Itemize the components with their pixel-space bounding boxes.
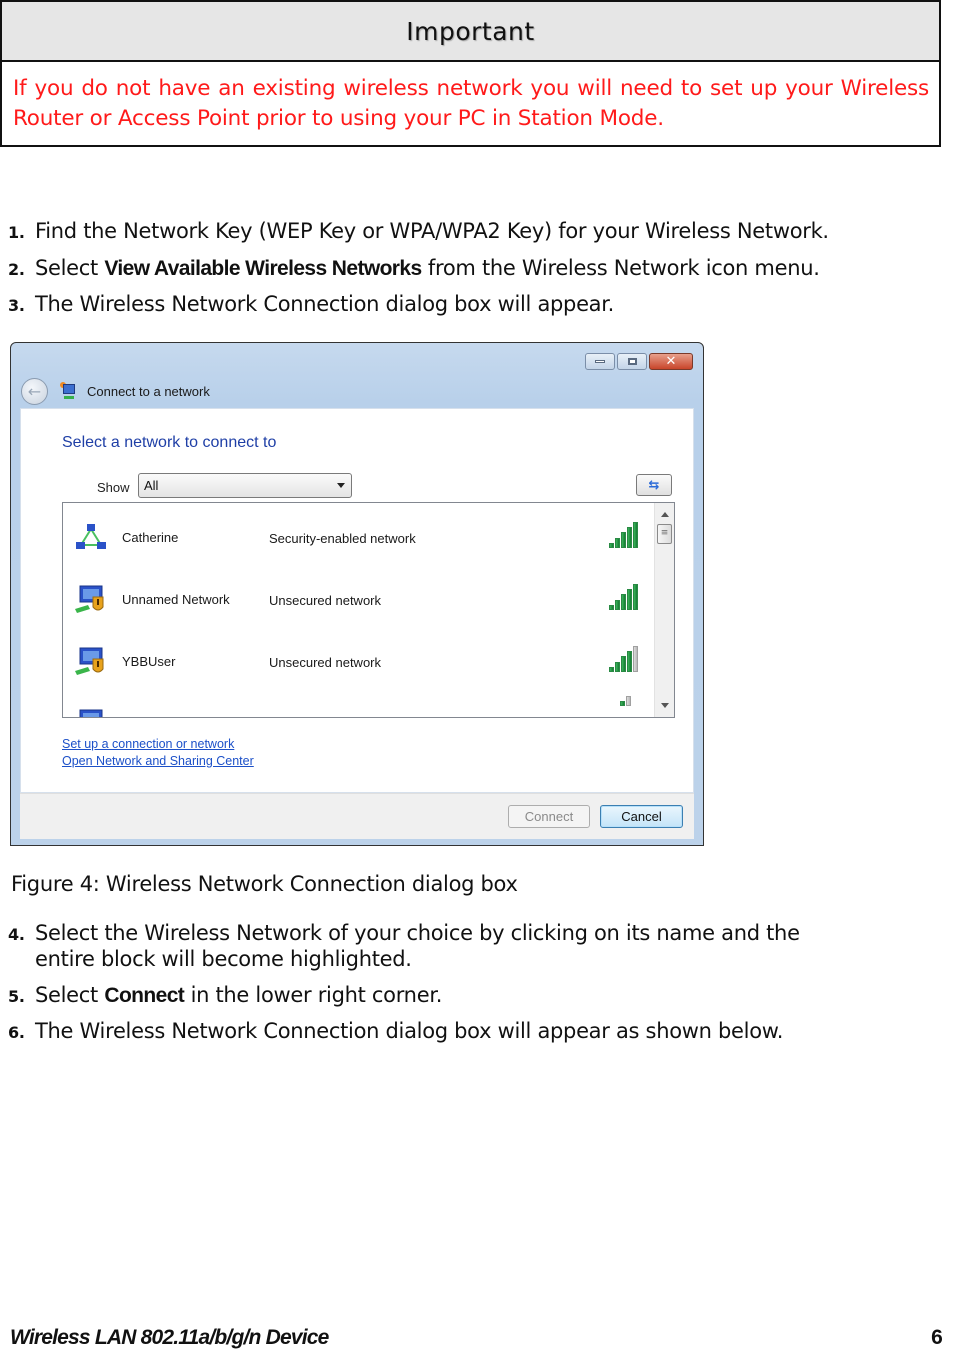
dialog-heading: Select a network to connect to xyxy=(62,434,277,451)
step-text: The Wireless Network Connection dialog b… xyxy=(35,1019,784,1043)
scroll-down-icon[interactable] xyxy=(661,703,669,708)
step-text-continued: entire block will become highlighted. xyxy=(35,947,412,971)
network-item[interactable]: Catherine Security-enabled network xyxy=(63,503,653,563)
step-4: 4. Select the Wireless Network of your ch… xyxy=(8,921,800,972)
step-number: 3. xyxy=(8,296,25,315)
signal-bar xyxy=(609,605,614,610)
important-body: If you do not have an existing wireless … xyxy=(13,76,929,131)
signal-bar xyxy=(615,538,620,548)
network-unsecured-icon xyxy=(75,585,104,613)
step-text: Select xyxy=(35,256,105,280)
important-title: Important xyxy=(2,2,939,62)
signal-bar xyxy=(615,662,620,672)
signal-bar xyxy=(621,656,626,672)
network-name: Catherine xyxy=(122,530,179,545)
important-notice: Important If you do not have an existing… xyxy=(0,0,941,147)
signal-strength-icon xyxy=(609,584,643,610)
refresh-icon: ⇆ xyxy=(648,477,660,493)
step-number: 4. xyxy=(8,925,25,944)
close-button[interactable]: ✕ xyxy=(649,353,693,370)
step-3: 3. The Wireless Network Connection dialog… xyxy=(8,292,614,318)
signal-bar xyxy=(609,543,614,548)
signal-strength-icon xyxy=(609,646,643,672)
dialog-content: Select a network to connect to Show All … xyxy=(20,408,694,793)
step-1: 1. Find the Network Key (WEP Key or WPA/W… xyxy=(8,219,829,245)
step-text: Find the Network Key (WEP Key or WPA/WPA… xyxy=(35,219,829,243)
dialog-titlebar: ← Connect to a network xyxy=(21,376,210,406)
network-unsecured-icon xyxy=(79,709,103,717)
signal-bar xyxy=(633,522,638,548)
signal-bar xyxy=(620,701,625,706)
network-unsecured-icon xyxy=(75,647,104,675)
chevron-down-icon xyxy=(337,483,345,488)
step-text: from the Wireless Network icon menu. xyxy=(421,256,820,280)
network-sharing-center-link[interactable]: Open Network and Sharing Center xyxy=(62,754,254,768)
step-text: Select the Wireless Network of your choi… xyxy=(35,921,800,945)
network-name: Unnamed Network xyxy=(122,592,230,607)
signal-bar xyxy=(621,532,626,548)
scroll-thumb[interactable]: ≡ xyxy=(657,524,672,544)
network-security: Security-enabled network xyxy=(269,531,416,546)
signal-bar xyxy=(627,651,632,672)
back-arrow-icon: ← xyxy=(27,381,42,401)
step-number: 5. xyxy=(8,987,25,1006)
network-security: Unsecured network xyxy=(269,655,381,670)
step-text: The Wireless Network Connection dialog b… xyxy=(35,292,615,316)
step-text: Select xyxy=(35,983,105,1007)
dialog-title: Connect to a network xyxy=(87,383,210,399)
network-name: YBBUser xyxy=(122,654,176,669)
scroll-up-icon[interactable] xyxy=(661,512,669,517)
network-item[interactable] xyxy=(63,689,653,717)
step-5: 5. Select Connect in the lower right corn… xyxy=(8,983,442,1009)
signal-bar xyxy=(633,584,638,610)
step-2: 2. Select View Available Wireless Network… xyxy=(8,256,820,282)
step-number: 6. xyxy=(8,1023,25,1042)
close-icon: ✕ xyxy=(665,354,677,369)
window-controls: ✕ xyxy=(585,353,693,370)
setup-connection-link[interactable]: Set up a connection or network xyxy=(62,737,234,751)
maximize-button[interactable] xyxy=(617,353,647,370)
signal-bar xyxy=(626,696,631,706)
show-filter-value: All xyxy=(144,478,159,493)
signal-strength-icon xyxy=(620,696,634,706)
signal-strength-icon xyxy=(609,522,643,548)
dialog-button-bar: Connect Cancel xyxy=(20,793,694,839)
minimize-icon xyxy=(595,360,605,363)
page-number: 6 xyxy=(931,1326,943,1349)
signal-bar xyxy=(633,646,638,672)
network-item[interactable]: Unnamed Network Unsecured network xyxy=(63,565,653,625)
step-number: 2. xyxy=(8,260,25,279)
signal-bar xyxy=(609,667,614,672)
document-title: Wireless LAN 802.11a/b/g/n Device xyxy=(10,1326,329,1349)
step-emphasis: Connect xyxy=(104,984,185,1007)
connect-network-icon xyxy=(60,382,78,400)
step-text: in the lower right corner. xyxy=(184,983,443,1007)
maximize-icon xyxy=(627,358,637,365)
figure-caption: Figure 4: Wireless Network Connection di… xyxy=(11,872,518,896)
step-emphasis: View Available Wireless Networks xyxy=(104,257,422,280)
signal-bar xyxy=(627,527,632,548)
back-button[interactable]: ← xyxy=(21,377,48,405)
network-list-scrollbar[interactable]: ≡ xyxy=(654,503,674,717)
page-footer: Wireless LAN 802.11a/b/g/n Device 6 xyxy=(10,1326,943,1350)
show-label: Show xyxy=(97,480,130,495)
connect-network-dialog: ✕ ← Connect to a network Select a networ… xyxy=(10,342,704,846)
minimize-button[interactable] xyxy=(585,353,615,370)
refresh-button[interactable]: ⇆ xyxy=(636,474,672,496)
network-list: Catherine Security-enabled network Unnam… xyxy=(62,502,675,718)
signal-bar xyxy=(615,600,620,610)
connect-button[interactable]: Connect xyxy=(508,805,590,828)
signal-bar xyxy=(627,589,632,610)
step-number: 1. xyxy=(8,223,25,242)
network-secured-icon xyxy=(76,524,106,549)
network-item[interactable]: YBBUser Unsecured network xyxy=(63,627,653,687)
show-filter-dropdown[interactable]: All xyxy=(138,473,352,498)
cancel-button[interactable]: Cancel xyxy=(600,805,683,828)
signal-bar xyxy=(621,594,626,610)
network-security: Unsecured network xyxy=(269,593,381,608)
step-6: 6. The Wireless Network Connection dialog… xyxy=(8,1019,783,1045)
